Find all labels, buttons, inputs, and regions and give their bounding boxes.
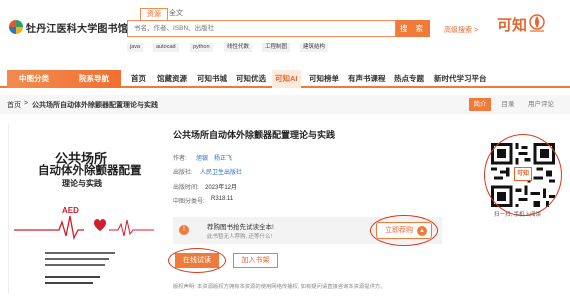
cover-title-line3: 理论与实践: [62, 178, 102, 188]
nav-selection[interactable]: 可知优选: [236, 70, 266, 88]
search-box: [127, 20, 396, 37]
search-tab-fulltext[interactable]: 全文: [163, 8, 189, 20]
nav-left-block: 中图分类 院系导航: [7, 70, 121, 88]
nav-topics[interactable]: 热点专题: [394, 70, 424, 88]
publisher-label: 出版社:: [173, 170, 193, 176]
pubdate-value: 2023年12月: [205, 185, 238, 191]
nav-home[interactable]: 首页: [131, 70, 146, 88]
highlight-ring: [370, 215, 438, 246]
heartbeat-icon: [14, 215, 154, 240]
library-logo-icon[interactable]: [9, 20, 23, 34]
nav-bookstore[interactable]: 可知书城: [197, 70, 227, 88]
author-label: 作者:: [173, 156, 187, 162]
keyword-tag[interactable]: 线性代数: [224, 43, 253, 52]
cover-title-line2: 自动体外除颤器配置: [38, 163, 142, 177]
book-title: 公共场所自动体外除颤器配置理论与实践: [173, 130, 336, 140]
publisher-link[interactable]: 人民卫生出版社: [200, 167, 242, 176]
nav-collection[interactable]: 馆藏资源: [157, 70, 187, 88]
try-read-line2: 此书暂无人荐购, 还等什么!: [207, 234, 273, 240]
brand-logo[interactable]: 可知: [497, 14, 527, 35]
nav-study-platform[interactable]: 新时代学习平台: [434, 70, 487, 88]
keyword-tag[interactable]: java: [127, 43, 144, 52]
highlight-ring: [168, 248, 226, 273]
page-root: 牡丹江医科大学图书馆 资源 全文 搜 索 高级搜索 > 可知 java auto…: [0, 0, 570, 296]
cover-fine-print: [45, 252, 115, 284]
advanced-search-link[interactable]: 高级搜索 >: [444, 25, 478, 35]
pubdate-label: 出版时间:: [173, 185, 199, 191]
info-icon: !: [179, 225, 189, 235]
library-name[interactable]: 牡丹江医科大学图书馆: [26, 20, 128, 35]
breadcrumb-separator: >: [24, 100, 29, 107]
nav-ai[interactable]: 可知AI: [272, 70, 301, 88]
class-value: R318.11: [211, 196, 234, 202]
author-link[interactable]: 旭银: [196, 153, 208, 162]
try-read-line1: 荐购图书抢先试读全本!: [207, 224, 274, 231]
copyright-notice: 版权声明: 本资源版权方拥有本资源的使用网络传播权, 如有疑问请直接咨询本资源提…: [173, 284, 386, 290]
brand-flower-icon: [529, 14, 545, 32]
tab-toc[interactable]: 目录: [497, 98, 519, 111]
tab-intro[interactable]: 简介: [469, 98, 491, 111]
breadcrumb-current: 公共场所自动体外除颤器配置理论与实践: [32, 102, 158, 109]
breadcrumb-home[interactable]: 首页: [7, 100, 21, 110]
nav-ranking[interactable]: 可知榜单: [309, 70, 339, 88]
tab-reviews[interactable]: 用户评论: [525, 98, 557, 111]
add-shelf-button[interactable]: 加入书架: [233, 253, 278, 268]
search-input[interactable]: [128, 21, 395, 36]
search-button[interactable]: 搜 索: [396, 20, 430, 37]
keyword-tag[interactable]: 工程制图: [262, 43, 291, 52]
keyword-tag[interactable]: python: [190, 43, 213, 52]
nav-audio-course[interactable]: 有声书课程: [348, 70, 386, 88]
nav-category[interactable]: 中图分类: [19, 70, 49, 88]
keyword-tag[interactable]: 建筑结构: [300, 43, 329, 52]
highlight-ring: [484, 134, 562, 216]
nav-department[interactable]: 院系导航: [79, 70, 109, 88]
class-label: 中图分类号:: [173, 199, 205, 205]
author-link[interactable]: 杨正飞: [214, 153, 232, 162]
keyword-tag[interactable]: autocad: [153, 43, 179, 52]
